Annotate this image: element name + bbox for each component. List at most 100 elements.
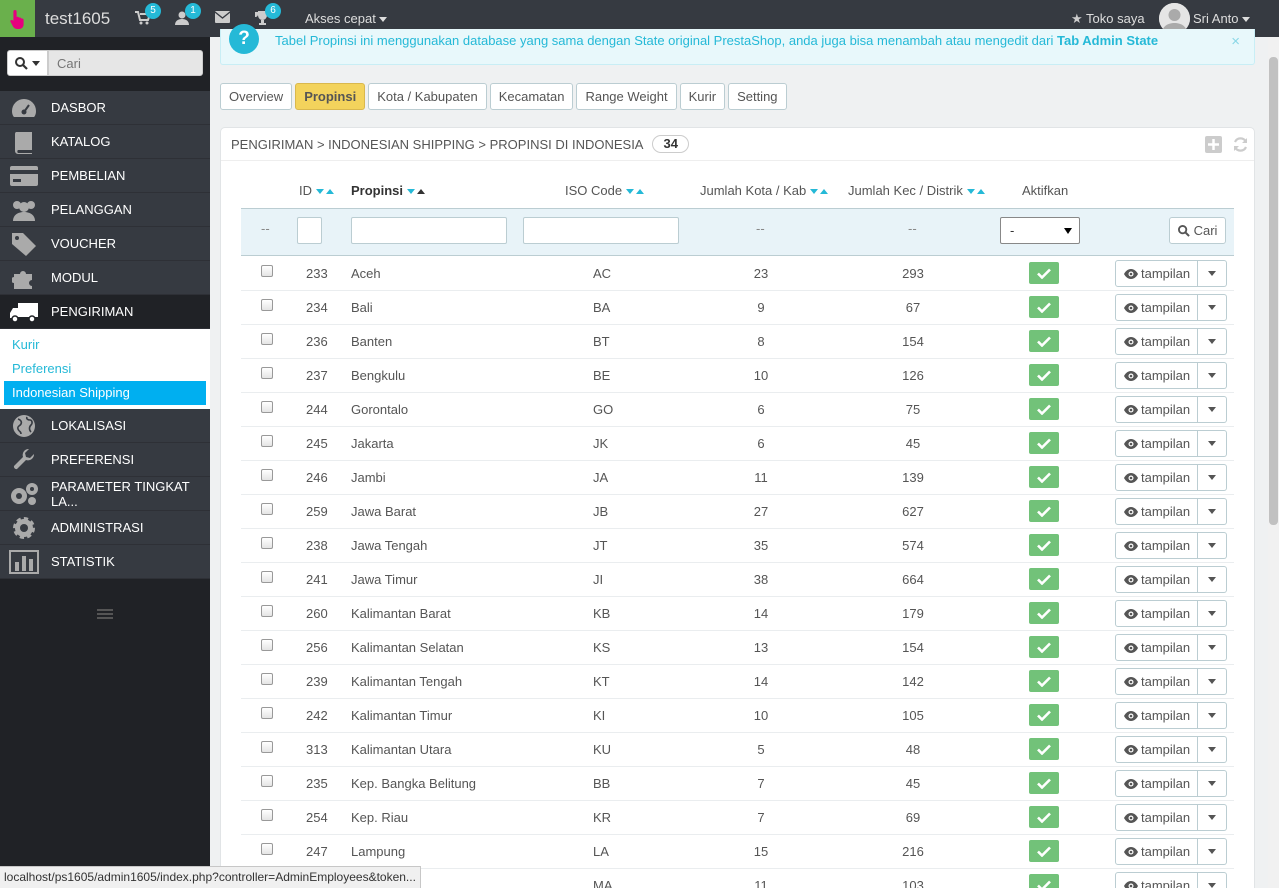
table-row[interactable]: 247 Lampung LA 15 216 tampilan bbox=[241, 835, 1234, 869]
row-checkbox[interactable] bbox=[261, 537, 273, 549]
table-row[interactable]: 245 Jakarta JK 6 45 tampilan bbox=[241, 427, 1234, 461]
sidebar-item-parameter[interactable]: PARAMETER TINGKAT LA... bbox=[0, 477, 210, 511]
row-actions-dropdown[interactable] bbox=[1198, 532, 1228, 559]
column-header-jumlah-kota[interactable]: Jumlah Kota / Kab bbox=[700, 183, 829, 198]
row-actions-dropdown[interactable] bbox=[1198, 702, 1228, 729]
sidebar-search-input[interactable] bbox=[48, 50, 203, 76]
active-toggle[interactable] bbox=[1029, 296, 1059, 318]
sort-desc-icon[interactable] bbox=[407, 189, 416, 195]
sidebar-item-modul[interactable]: MODUL bbox=[0, 261, 210, 295]
sort-desc-icon[interactable] bbox=[810, 189, 819, 195]
row-checkbox[interactable] bbox=[261, 367, 273, 379]
tab-range-weight[interactable]: Range Weight bbox=[576, 83, 677, 110]
table-row[interactable]: 241 Jawa Timur JI 38 664 tampilan bbox=[241, 563, 1234, 597]
active-toggle[interactable] bbox=[1029, 262, 1059, 284]
table-row[interactable]: 246 Jambi JA 11 139 tampilan bbox=[241, 461, 1234, 495]
messages-envelope-icon[interactable] bbox=[214, 11, 231, 25]
column-header-jumlah-kec[interactable]: Jumlah Kec / Distrik bbox=[848, 183, 985, 198]
view-button[interactable]: tampilan bbox=[1115, 464, 1199, 491]
row-checkbox[interactable] bbox=[261, 639, 273, 651]
row-checkbox[interactable] bbox=[261, 741, 273, 753]
sidebar-item-pembelian[interactable]: PEMBELIAN bbox=[0, 159, 210, 193]
row-checkbox[interactable] bbox=[261, 707, 273, 719]
table-row[interactable]: 237 Bengkulu BE 10 126 tampilan bbox=[241, 359, 1234, 393]
row-actions-dropdown[interactable] bbox=[1198, 362, 1228, 389]
active-toggle[interactable] bbox=[1029, 738, 1059, 760]
sidebar-item-pengiriman[interactable]: PENGIRIMAN bbox=[0, 295, 210, 329]
view-button[interactable]: tampilan bbox=[1115, 498, 1199, 525]
prestashop-logo[interactable] bbox=[0, 0, 35, 37]
tab-propinsi[interactable]: Propinsi bbox=[295, 83, 366, 110]
sidebar-item-katalog[interactable]: KATALOG bbox=[0, 125, 210, 159]
row-checkbox[interactable] bbox=[261, 401, 273, 413]
row-checkbox[interactable] bbox=[261, 673, 273, 685]
shop-name[interactable]: test1605 bbox=[45, 9, 110, 29]
row-actions-dropdown[interactable] bbox=[1198, 328, 1228, 355]
table-row[interactable]: 254 Kep. Riau KR 7 69 tampilan bbox=[241, 801, 1234, 835]
view-button[interactable]: tampilan bbox=[1115, 260, 1199, 287]
view-button[interactable]: tampilan bbox=[1115, 600, 1199, 627]
orders-cart-icon[interactable]: 5 bbox=[135, 3, 161, 25]
active-toggle[interactable] bbox=[1029, 534, 1059, 556]
table-row[interactable]: 233 Aceh AC 23 293 tampilan bbox=[241, 257, 1234, 291]
view-button[interactable]: tampilan bbox=[1115, 430, 1199, 457]
table-row[interactable]: 313 Kalimantan Utara KU 5 48 tampilan bbox=[241, 733, 1234, 767]
active-toggle[interactable] bbox=[1029, 670, 1059, 692]
sidebar-item-administrasi[interactable]: ADMINISTRASI bbox=[0, 511, 210, 545]
row-checkbox[interactable] bbox=[261, 469, 273, 481]
row-actions-dropdown[interactable] bbox=[1198, 872, 1228, 888]
active-toggle[interactable] bbox=[1029, 874, 1059, 888]
view-button[interactable]: tampilan bbox=[1115, 566, 1199, 593]
table-row[interactable]: 256 Kalimantan Selatan KS 13 154 tampila… bbox=[241, 631, 1234, 665]
active-toggle[interactable] bbox=[1029, 602, 1059, 624]
tab-kota-kabupaten[interactable]: Kota / Kabupaten bbox=[368, 83, 487, 110]
sort-asc-icon[interactable] bbox=[976, 189, 985, 195]
view-button[interactable]: tampilan bbox=[1115, 294, 1199, 321]
close-icon[interactable]: × bbox=[1231, 33, 1240, 50]
add-new-icon[interactable] bbox=[1205, 136, 1222, 153]
row-checkbox[interactable] bbox=[261, 265, 273, 277]
sidebar-item-statistik[interactable]: STATISTIK bbox=[0, 545, 210, 579]
sidebar-item-pelanggan[interactable]: PELANGGAN bbox=[0, 193, 210, 227]
active-toggle[interactable] bbox=[1029, 772, 1059, 794]
row-checkbox[interactable] bbox=[261, 435, 273, 447]
user-menu[interactable]: Sri Anto bbox=[1193, 11, 1250, 26]
row-checkbox[interactable] bbox=[261, 775, 273, 787]
row-checkbox[interactable] bbox=[261, 299, 273, 311]
active-toggle[interactable] bbox=[1029, 704, 1059, 726]
menu-collapse-icon[interactable] bbox=[97, 608, 113, 623]
filter-iso-input[interactable] bbox=[523, 217, 679, 244]
sort-desc-icon[interactable] bbox=[966, 189, 975, 195]
quick-access-menu[interactable]: Akses cepat bbox=[305, 11, 387, 26]
table-row[interactable]: 239 Kalimantan Tengah KT 14 142 tampilan bbox=[241, 665, 1234, 699]
active-toggle[interactable] bbox=[1029, 806, 1059, 828]
active-toggle[interactable] bbox=[1029, 568, 1059, 590]
table-row[interactable]: 236 Banten BT 8 154 tampilan bbox=[241, 325, 1234, 359]
table-row[interactable]: 238 Jawa Tengah JT 35 574 tampilan bbox=[241, 529, 1234, 563]
submenu-item-preferensi[interactable]: Preferensi bbox=[4, 357, 206, 381]
row-actions-dropdown[interactable] bbox=[1198, 804, 1228, 831]
page-scrollbar[interactable] bbox=[1268, 37, 1279, 888]
row-actions-dropdown[interactable] bbox=[1198, 396, 1228, 423]
my-store-link[interactable]: ★ Toko saya bbox=[1071, 11, 1145, 27]
sidebar-item-voucher[interactable]: VOUCHER bbox=[0, 227, 210, 261]
row-actions-dropdown[interactable] bbox=[1198, 668, 1228, 695]
sidebar-item-lokalisasi[interactable]: LOKALISASI bbox=[0, 409, 210, 443]
row-actions-dropdown[interactable] bbox=[1198, 770, 1228, 797]
column-header-propinsi[interactable]: Propinsi bbox=[351, 183, 426, 198]
sort-asc-icon[interactable] bbox=[820, 189, 829, 195]
column-header-iso-code[interactable]: ISO Code bbox=[565, 183, 645, 198]
active-toggle[interactable] bbox=[1029, 432, 1059, 454]
active-toggle[interactable] bbox=[1029, 398, 1059, 420]
row-actions-dropdown[interactable] bbox=[1198, 736, 1228, 763]
row-actions-dropdown[interactable] bbox=[1198, 634, 1228, 661]
achievements-trophy-icon[interactable]: 6 bbox=[255, 3, 281, 25]
row-actions-dropdown[interactable] bbox=[1198, 600, 1228, 627]
tab-setting[interactable]: Setting bbox=[728, 83, 787, 110]
submenu-item-kurir[interactable]: Kurir bbox=[4, 333, 206, 357]
view-button[interactable]: tampilan bbox=[1115, 532, 1199, 559]
row-checkbox[interactable] bbox=[261, 809, 273, 821]
tab-overview[interactable]: Overview bbox=[220, 83, 293, 110]
sidebar-item-dasbor[interactable]: DASBOR bbox=[0, 91, 210, 125]
sort-asc-icon[interactable] bbox=[326, 189, 334, 195]
